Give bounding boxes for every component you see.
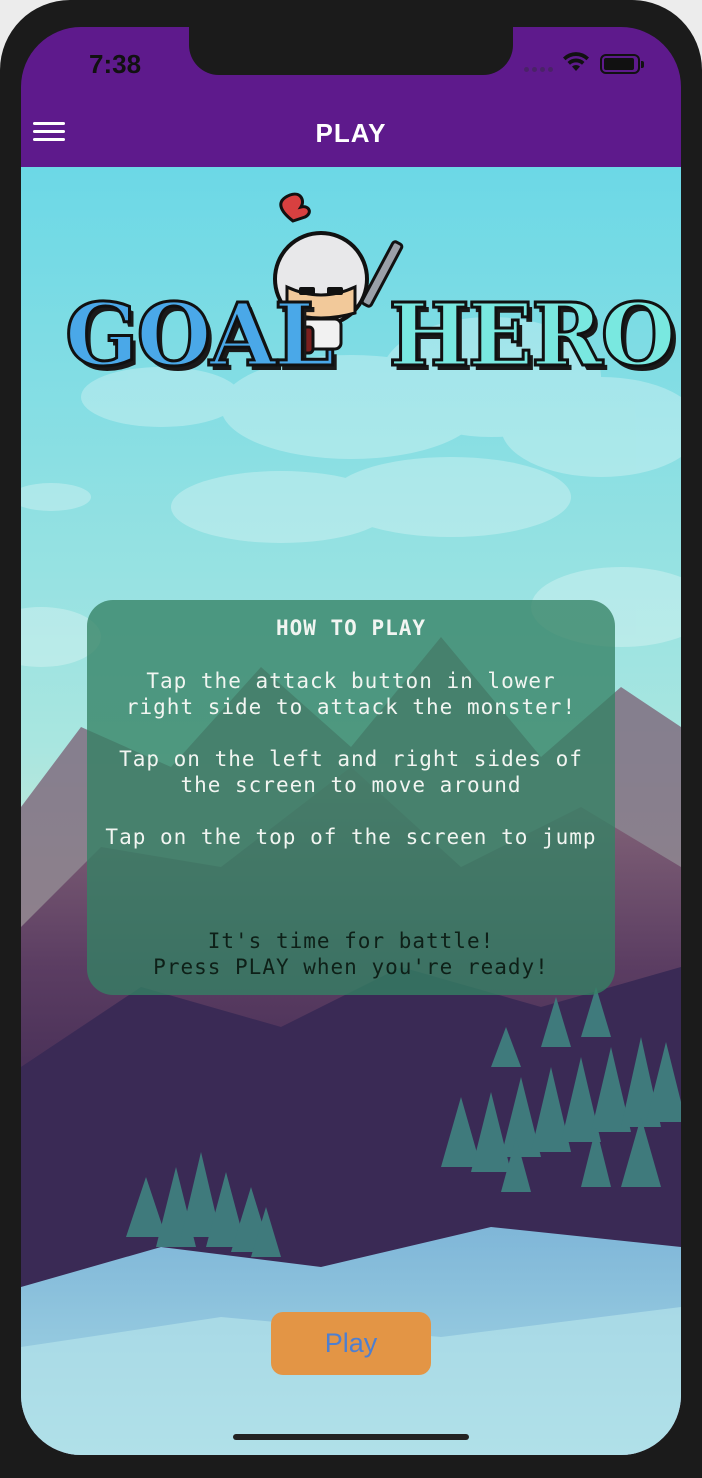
wifi-icon	[563, 52, 589, 71]
jump-instruction-line: Tap on the top of the screen to jump	[105, 825, 597, 849]
nav-bar: PLAY	[21, 105, 681, 167]
play-button[interactable]: Play	[271, 1312, 431, 1375]
battle-message-line-2: Press PLAY when you're ready!	[153, 955, 549, 979]
game-background-scene: GOAL HERO HOW TO PLAY Tap the attack but…	[21, 167, 681, 1455]
logo-wordmark: GOAL HERO	[64, 284, 678, 388]
cellular-signal-icon	[524, 67, 553, 72]
how-to-play-title: HOW TO PLAY	[275, 616, 427, 640]
page-title: PLAY	[315, 118, 387, 148]
battle-message-line-1: It's time for battle!	[207, 929, 495, 953]
attack-instruction-line-2: right side to attack the monster!	[125, 695, 577, 719]
game-logo: GOAL HERO	[64, 191, 677, 388]
how-to-play-card: HOW TO PLAY Tap the attack button in low…	[87, 600, 615, 995]
logo-word-goal: GOAL	[64, 284, 337, 388]
attack-instruction-line-1: Tap the attack button in lower	[146, 669, 556, 693]
logo-word-hero: HERO	[387, 284, 677, 388]
status-time: 7:38	[89, 49, 142, 79]
device-notch	[189, 27, 513, 75]
status-bar: 7:38	[21, 27, 681, 117]
app-screen: 7:38 PLAY GOAL HERO HOW TO PLAY Tap the …	[21, 27, 681, 1455]
home-indicator[interactable]	[233, 1434, 469, 1440]
move-instruction-line-2: the screen to move around	[180, 773, 522, 797]
move-instruction-line-1: Tap on the left and right sides of	[119, 747, 583, 771]
battery-icon	[600, 54, 644, 74]
phone-frame: 7:38 PLAY GOAL HERO HOW TO PLAY Tap the …	[0, 0, 702, 1478]
